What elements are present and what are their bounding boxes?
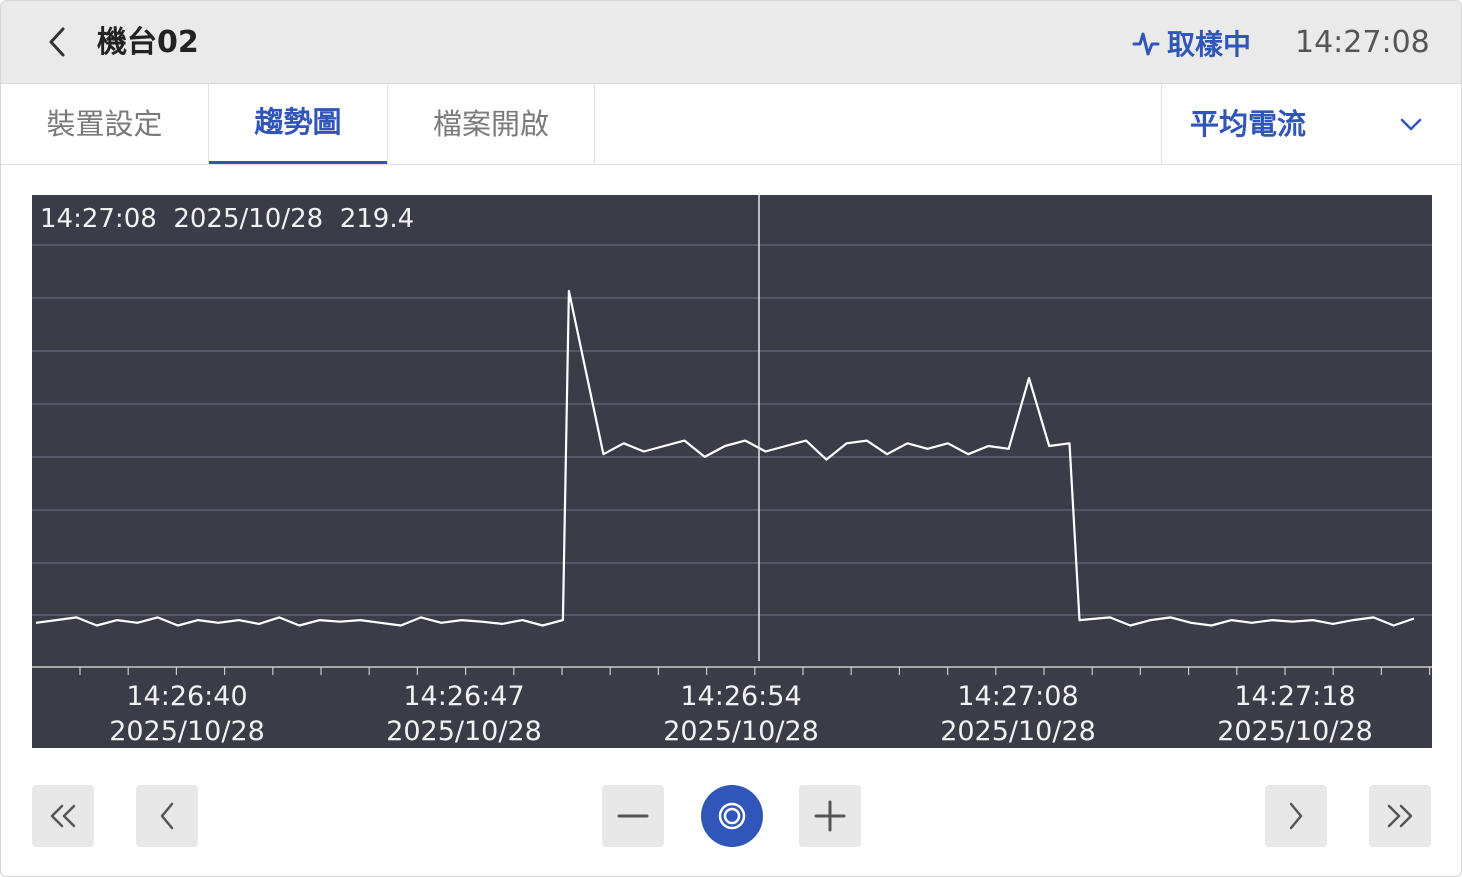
reset-zoom-button[interactable] — [701, 785, 763, 847]
last-page-button[interactable] — [1369, 785, 1431, 847]
tab-label: 趨勢圖 — [254, 105, 342, 139]
chevron-left-icon — [49, 27, 65, 57]
x-tick-date-label: 2025/10/28 — [663, 716, 819, 747]
next-button[interactable] — [1265, 785, 1327, 847]
chevron-down-icon — [1400, 118, 1422, 131]
tab-open-file[interactable]: 檔案開啟 — [388, 84, 594, 164]
chart-background — [32, 195, 1432, 748]
cursor-readout: 14:27:08 2025/10/28 219.4 — [40, 201, 414, 237]
x-tick-time-label: 14:27:18 — [1234, 681, 1355, 712]
tab-label: 裝置設定 — [46, 107, 163, 141]
readout-date: 2025/10/28 — [173, 204, 324, 234]
previous-button[interactable] — [136, 785, 198, 847]
sampling-status: 取樣中 — [1131, 23, 1251, 63]
page-title: 機台02 — [97, 25, 199, 60]
zoom-out-button[interactable] — [602, 785, 664, 847]
tab-bar: 裝置設定 趨勢圖 檔案開啟 平均電流 — [1, 84, 1461, 165]
x-tick-time-label: 14:26:40 — [126, 681, 247, 712]
tab-divider — [594, 84, 595, 164]
metric-select[interactable]: 平均電流 — [1161, 84, 1461, 164]
pulse-icon — [1132, 32, 1160, 56]
back-button[interactable] — [39, 23, 75, 61]
x-tick-time-label: 14:26:47 — [403, 681, 524, 712]
x-tick-date-label: 2025/10/28 — [386, 716, 542, 747]
app-window: 機台02 取樣中 14:27:08 裝置設定 趨勢圖 檔案開啟 平均電流 14:… — [0, 0, 1462, 877]
tab-trend-chart[interactable]: 趨勢圖 — [209, 84, 387, 164]
zoom-in-button[interactable] — [799, 785, 861, 847]
sampling-label: 取樣中 — [1167, 28, 1252, 61]
x-tick-date-label: 2025/10/28 — [1217, 716, 1373, 747]
plus-icon — [814, 800, 846, 832]
readout-value: 219.4 — [339, 204, 415, 234]
double-chevron-right-icon — [1387, 804, 1413, 828]
x-tick-time-label: 14:27:08 — [957, 681, 1078, 712]
current-time: 14:27:08 — [1295, 25, 1430, 60]
x-tick-time-label: 14:26:54 — [680, 681, 801, 712]
readout-time: 14:27:08 — [40, 204, 157, 234]
target-icon — [718, 802, 746, 830]
chevron-left-icon — [160, 802, 174, 830]
x-tick-date-label: 2025/10/28 — [940, 716, 1096, 747]
chevron-right-icon — [1289, 802, 1303, 830]
double-chevron-left-icon — [50, 804, 76, 828]
trend-chart[interactable]: 14:26:402025/10/2814:26:472025/10/2814:2… — [32, 195, 1432, 748]
tab-device-settings[interactable]: 裝置設定 — [1, 84, 208, 164]
minus-icon — [617, 814, 649, 818]
x-tick-date-label: 2025/10/28 — [109, 716, 265, 747]
first-page-button[interactable] — [32, 785, 94, 847]
tab-label: 檔案開啟 — [432, 107, 549, 141]
top-bar: 機台02 取樣中 14:27:08 — [1, 1, 1461, 84]
metric-select-value: 平均電流 — [1190, 107, 1307, 141]
